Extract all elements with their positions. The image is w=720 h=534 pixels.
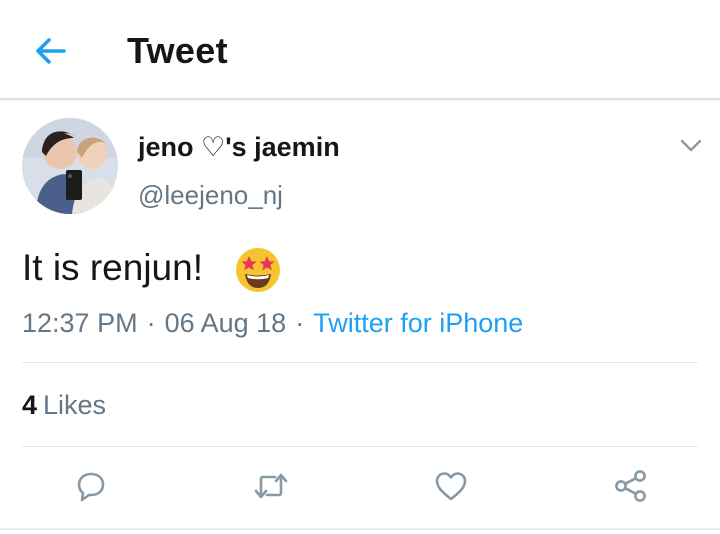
likes-number: 4 xyxy=(22,390,38,420)
tweet-text: It is renjun! xyxy=(22,247,203,288)
chevron-down-icon xyxy=(680,139,702,152)
tweet-date: 06 Aug 18 xyxy=(164,308,287,338)
reply-icon xyxy=(77,472,105,502)
top-bar: Tweet xyxy=(0,0,720,100)
share-button[interactable] xyxy=(611,466,651,506)
tweet-options-button[interactable] xyxy=(678,135,704,155)
arrow-left-icon xyxy=(36,38,66,64)
avatar-photo xyxy=(22,118,118,214)
bottom-divider xyxy=(0,528,720,530)
tweet-time: 12:37 PM xyxy=(22,308,138,338)
tweet-meta: 12:37 PM · 06 Aug 18 · Twitter for iPhone xyxy=(22,308,523,339)
heart-icon xyxy=(435,472,467,501)
reply-button[interactable] xyxy=(71,466,111,506)
divider xyxy=(22,362,698,363)
author-display-name[interactable]: jeno ♡'s jaemin xyxy=(138,132,340,163)
tweet-source-link[interactable]: Twitter for iPhone xyxy=(313,308,523,338)
back-button[interactable] xyxy=(28,30,72,70)
avatar[interactable] xyxy=(22,118,118,214)
like-button[interactable] xyxy=(431,466,471,506)
retweet-button[interactable] xyxy=(251,466,291,506)
meta-separator: · xyxy=(295,308,305,338)
likes-label: Likes xyxy=(43,390,107,420)
meta-separator: · xyxy=(146,308,156,338)
page-title: Tweet xyxy=(127,30,228,71)
star-struck-emoji-icon xyxy=(236,248,280,292)
likes-count[interactable]: 4 Likes xyxy=(22,390,106,421)
retweet-icon xyxy=(254,473,288,499)
divider xyxy=(22,446,698,447)
share-icon xyxy=(615,470,646,502)
author-handle[interactable]: @leejeno_nj xyxy=(138,180,283,211)
